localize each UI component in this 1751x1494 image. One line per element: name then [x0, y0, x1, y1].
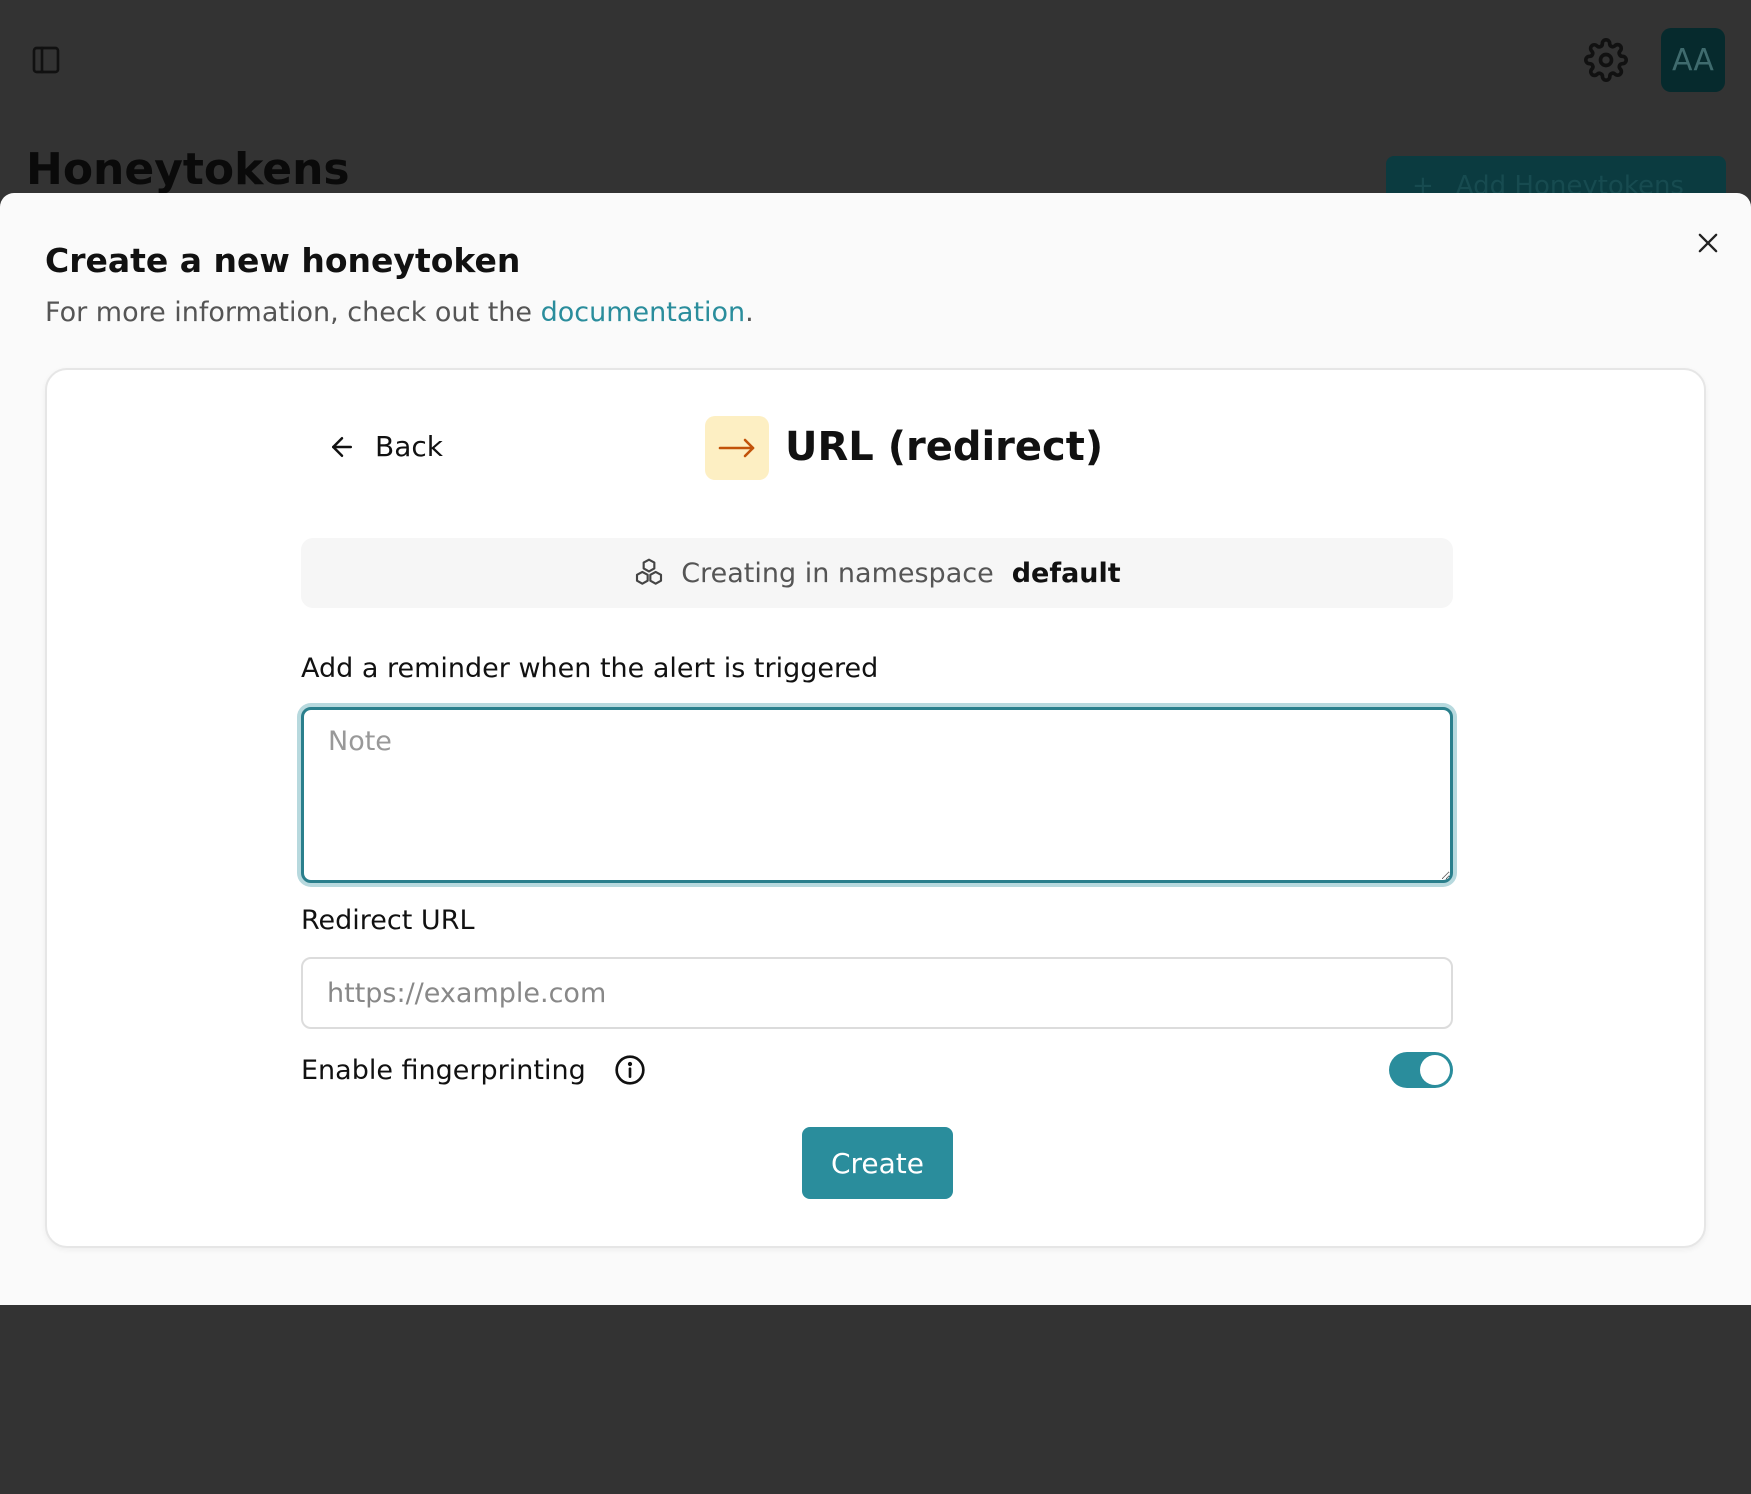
back-button[interactable]: Back — [327, 430, 443, 463]
create-button[interactable]: Create — [802, 1127, 953, 1199]
note-textarea[interactable] — [301, 707, 1453, 883]
redirect-url-input[interactable] — [301, 957, 1453, 1029]
sidebar-toggle-icon[interactable] — [30, 44, 62, 76]
reminder-label: Add a reminder when the alert is trigger… — [301, 653, 879, 684]
subtitle-suffix: . — [745, 297, 754, 328]
namespace-banner: Creating in namespace default — [301, 538, 1453, 608]
cubes-icon — [636, 558, 663, 585]
back-label: Back — [375, 430, 443, 463]
page-title: Honeytokens — [26, 144, 350, 195]
token-type-title: URL (redirect) — [785, 424, 1104, 470]
gear-icon[interactable] — [1584, 38, 1628, 82]
type-icon-badge — [705, 416, 769, 480]
fingerprinting-label: Enable fingerprinting — [301, 1054, 586, 1086]
close-icon[interactable] — [1694, 229, 1722, 257]
fingerprinting-toggle[interactable] — [1389, 1052, 1453, 1088]
redirect-url-label: Redirect URL — [301, 905, 475, 936]
modal-subtitle: For more information, check out the docu… — [45, 297, 754, 328]
namespace-value: default — [1011, 557, 1121, 589]
namespace-label: Creating in namespace — [681, 557, 994, 589]
arrow-right-icon — [718, 438, 755, 458]
info-icon[interactable] — [614, 1054, 646, 1086]
avatar[interactable]: AA — [1661, 28, 1725, 92]
top-bar: AA — [0, 0, 1751, 120]
modal-title: Create a new honeytoken — [45, 241, 521, 280]
form-card: Back URL (redirect) Creating in namespac… — [45, 368, 1706, 1248]
subtitle-prefix: For more information, check out the — [45, 297, 541, 328]
toggle-knob — [1420, 1055, 1450, 1085]
documentation-link[interactable]: documentation — [541, 297, 746, 328]
fingerprinting-row: Enable fingerprinting — [301, 1050, 1453, 1090]
create-honeytoken-modal: Create a new honeytoken For more informa… — [0, 193, 1751, 1305]
arrow-left-icon — [332, 436, 352, 457]
